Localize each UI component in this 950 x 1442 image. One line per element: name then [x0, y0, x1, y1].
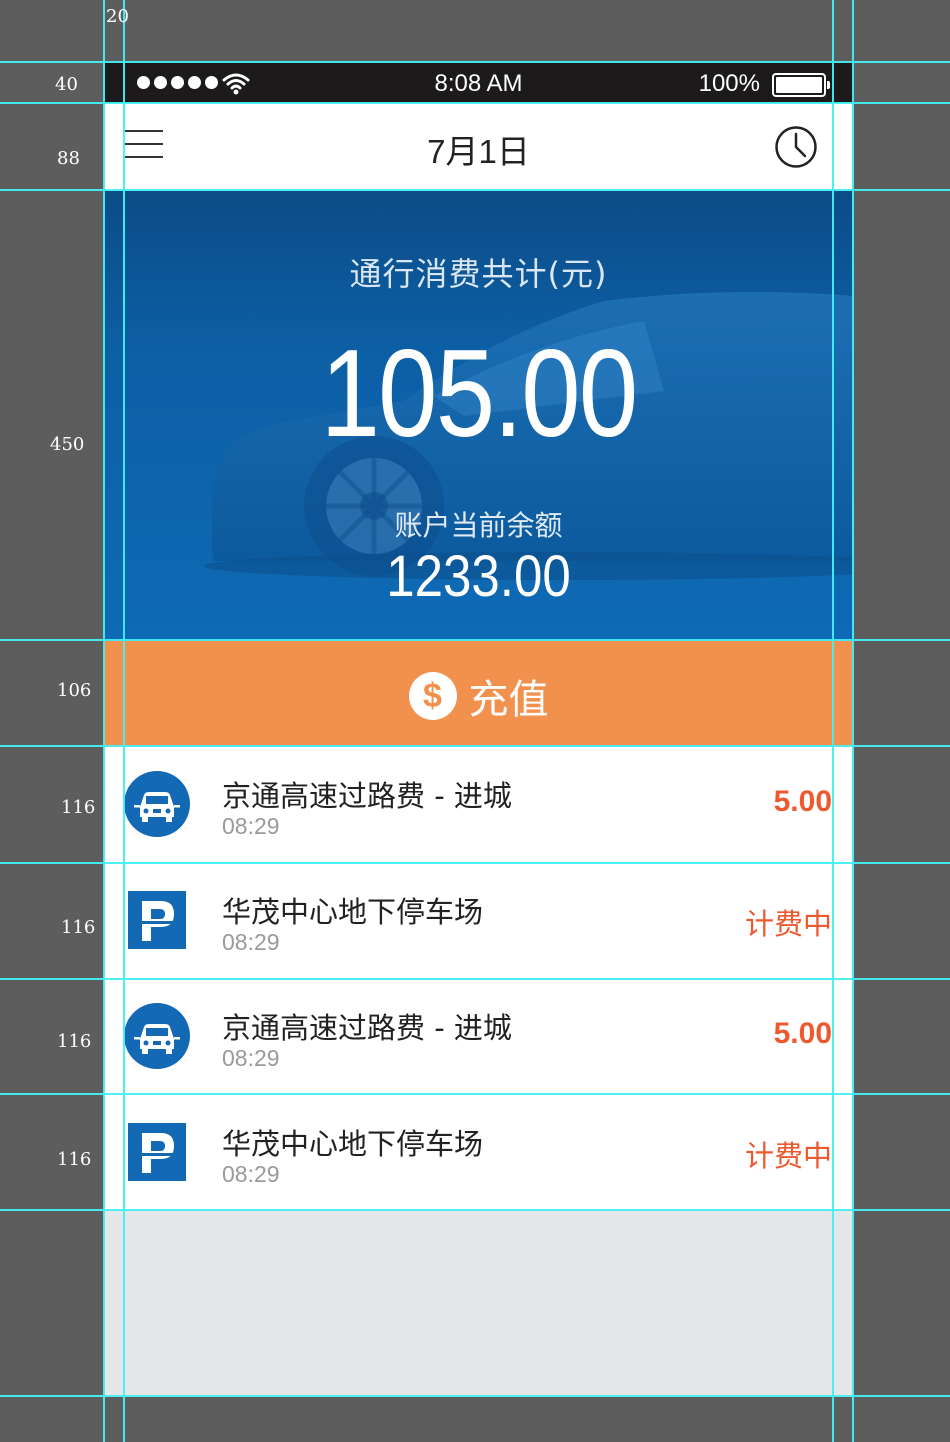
page-title: 7月1日	[427, 133, 530, 170]
guide-line	[0, 61, 950, 63]
battery-percent: 100%	[698, 70, 760, 97]
summary-panel: 通行消费共计(元) 105.00 账户当前余额 1233.00	[104, 191, 853, 641]
nav-bar: 7月1日	[104, 103, 853, 191]
clock-icon[interactable]	[774, 125, 818, 169]
transaction-status: 计费中	[744, 907, 832, 941]
balance-label: 账户当前余额	[394, 509, 563, 542]
guide-line	[123, 0, 125, 1442]
annotation-label: 20	[106, 6, 129, 27]
total-amount: 105.00	[320, 325, 639, 463]
transaction-title: 京通高速过路费 - 进城	[222, 1011, 512, 1045]
car-icon	[124, 771, 190, 837]
transaction-row[interactable]: 华茂中心地下停车场 08:29 计费中	[104, 863, 853, 979]
transaction-amount: 5.00	[773, 1017, 832, 1050]
annotation-label: 88	[57, 148, 80, 169]
annotation-label: 450	[50, 434, 85, 455]
guide-line	[0, 1093, 950, 1095]
transaction-time: 08:29	[222, 1045, 280, 1071]
transaction-amount: 5.00	[773, 785, 832, 818]
transaction-row[interactable]: 京通高速过路费 - 进城 08:29 5.00	[104, 979, 853, 1095]
status-bar: 8:08 AM 100%	[104, 62, 853, 103]
transaction-title: 京通高速过路费 - 进城	[222, 779, 512, 813]
guide-line	[0, 745, 950, 747]
balance-amount: 1233.00	[386, 544, 571, 609]
guide-line	[832, 0, 834, 1442]
annotation-label: 40	[55, 74, 78, 95]
annotation-label: 116	[61, 917, 96, 938]
guide-line	[852, 0, 854, 1442]
transaction-time: 08:29	[222, 1161, 280, 1187]
transaction-status: 计费中	[744, 1139, 832, 1173]
parking-icon	[128, 891, 186, 949]
guide-line	[0, 1395, 950, 1397]
transaction-row[interactable]: 京通高速过路费 - 进城 08:29 5.00	[104, 747, 853, 863]
parking-icon	[128, 1123, 186, 1181]
recharge-label: 充值	[468, 677, 549, 723]
annotation-label: 116	[61, 797, 96, 818]
annotation-label: 116	[57, 1149, 92, 1170]
transaction-title: 华茂中心地下停车场	[222, 895, 484, 929]
dollar-icon: $	[408, 672, 457, 720]
total-label: 通行消费共计(元)	[349, 255, 608, 293]
battery-icon	[772, 73, 830, 97]
annotation-label: 106	[57, 680, 92, 701]
guide-line	[0, 978, 950, 980]
guide-line	[0, 639, 950, 641]
guide-line	[0, 189, 950, 191]
transaction-row[interactable]: 华茂中心地下停车场 08:29 计费中	[104, 1095, 853, 1211]
transaction-time: 08:29	[222, 929, 280, 955]
transaction-time: 08:29	[222, 813, 280, 839]
recharge-button[interactable]: $ 充值	[104, 641, 853, 747]
guide-line	[0, 102, 950, 104]
guide-line	[0, 862, 950, 864]
guide-line	[103, 0, 105, 1442]
phone-screen: 8:08 AM 100% 7月1日 通行消费共计(元) 105.00 账户当前余…	[104, 62, 853, 1397]
transaction-title: 华茂中心地下停车场	[222, 1127, 484, 1161]
guide-line	[0, 1209, 950, 1211]
annotation-label: 116	[57, 1031, 92, 1052]
car-icon	[124, 1003, 190, 1069]
